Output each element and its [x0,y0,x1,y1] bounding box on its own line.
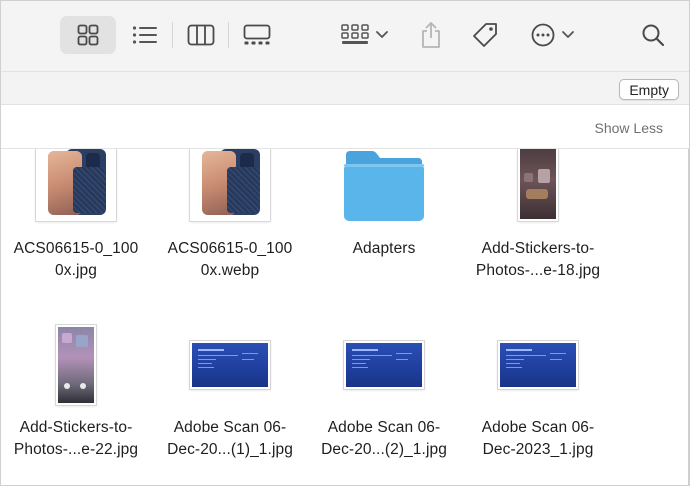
search-icon [642,24,665,47]
file-name: 0x.jpg [55,262,97,279]
file-thumbnail [309,341,459,389]
file-name: ACS06615-0_100 [13,240,139,257]
finder-window: Empty Show Less ACS06615-0_100 0x.jpg AC… [0,0,690,486]
toolbar [1,1,689,71]
group-by-button[interactable] [335,16,395,54]
file-name: Add-Stickers-to- [19,419,133,436]
file-thumbnail [1,149,151,221]
file-grid: ACS06615-0_100 0x.jpg ACS06615-0_100 0x.… [1,149,689,486]
file-name: Adobe Scan 06- [173,419,287,436]
list-view-button[interactable] [123,16,167,54]
file-name: ACS06615-0_100 [167,240,293,257]
toolbar-divider [172,22,173,48]
chevron-down-icon [562,31,574,38]
share-icon [422,22,440,48]
file-name: Photos-...e-22.jpg [13,441,139,458]
section-header: Show Less [1,105,689,149]
show-less-link[interactable]: Show Less [595,120,663,136]
column-view-button[interactable] [179,16,223,54]
column-view-icon [187,24,215,46]
file-thumbnail [1,325,151,405]
file-thumbnail [155,341,305,389]
file-name: Add-Stickers-to- [481,240,595,257]
file-name: Photos-...e-18.jpg [475,262,601,279]
chevron-down-icon [376,31,388,38]
folder-icon [309,149,459,223]
more-actions-icon [531,23,555,47]
trash-header-bar: Empty [1,71,689,105]
file-name: Adapters [352,240,416,257]
file-thumbnail [463,149,613,221]
file-name: 0x.webp [200,262,260,279]
file-name: Dec-2023_1.jpg [482,441,594,458]
file-name: Adobe Scan 06- [327,419,441,436]
icon-view-button[interactable] [60,16,116,54]
toolbar-divider [228,22,229,48]
group-by-icon [341,24,369,44]
file-name: Dec-20...(1)_1.jpg [167,441,293,458]
icon-view-grid-icon [77,24,99,46]
file-name: Adobe Scan 06- [481,419,595,436]
more-actions-button[interactable] [525,16,581,54]
gallery-view-icon [243,24,271,45]
tag-button[interactable] [467,16,503,54]
empty-trash-button[interactable]: Empty [619,79,679,100]
file-name: Dec-20...(2)_1.jpg [321,441,447,458]
tag-icon [473,23,497,47]
search-button[interactable] [635,16,671,54]
share-button[interactable] [413,16,449,54]
list-view-icon [132,26,157,44]
gallery-view-button[interactable] [235,16,279,54]
file-thumbnail [463,341,613,389]
file-thumbnail [155,149,305,221]
